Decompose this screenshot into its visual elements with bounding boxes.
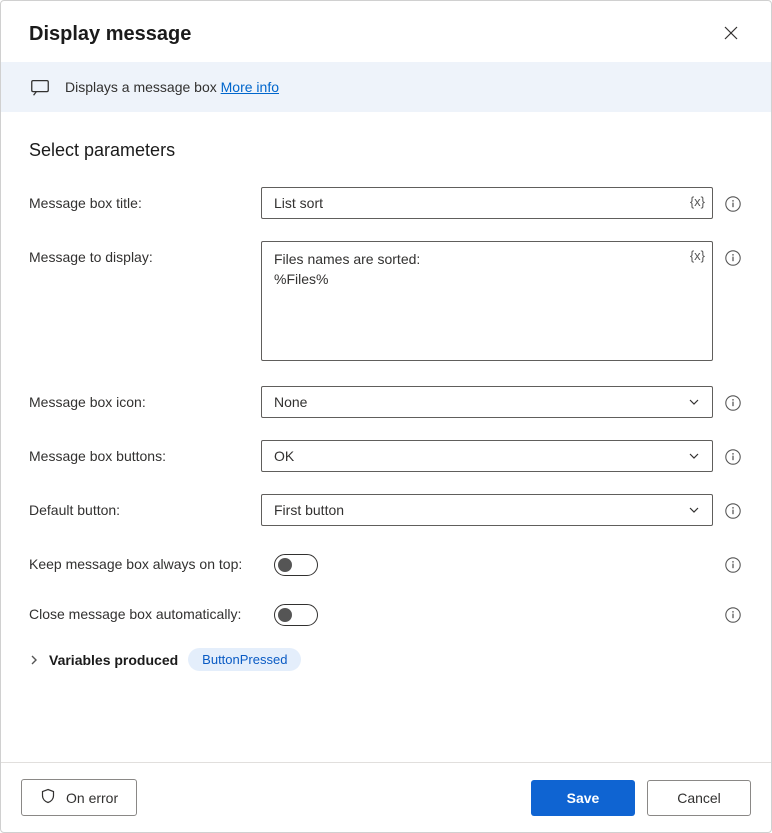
auto-close-toggle[interactable] — [274, 604, 318, 626]
variables-produced-label: Variables produced — [49, 652, 178, 668]
banner-description: Displays a message box — [65, 79, 221, 95]
field-row-always-on-top: Keep message box always on top: — [29, 548, 743, 576]
field-row-icon: Message box icon: None — [29, 386, 743, 418]
shield-icon — [40, 788, 56, 807]
message-box-icon — [29, 76, 51, 98]
variable-token-button[interactable]: {x} — [690, 194, 705, 209]
banner-text: Displays a message box More info — [65, 79, 279, 95]
dialog-footer: On error Save Cancel — [1, 762, 771, 832]
info-icon[interactable] — [723, 393, 743, 413]
close-icon — [723, 25, 739, 44]
label-buttons: Message box buttons: — [29, 440, 261, 464]
select-value: First button — [274, 502, 344, 518]
info-icon[interactable] — [723, 447, 743, 467]
dialog-title: Display message — [29, 23, 191, 46]
footer-actions: Save Cancel — [531, 780, 751, 816]
save-button[interactable]: Save — [531, 780, 635, 816]
label-title: Message box title: — [29, 187, 261, 211]
label-default-button: Default button: — [29, 494, 261, 518]
more-info-link[interactable]: More info — [221, 79, 279, 95]
variable-chip[interactable]: ButtonPressed — [188, 648, 301, 671]
always-on-top-toggle[interactable] — [274, 554, 318, 576]
variable-token-button[interactable]: {x} — [690, 248, 705, 263]
section-title: Select parameters — [29, 140, 743, 161]
message-textarea[interactable] — [261, 241, 713, 361]
chevron-down-icon — [688, 396, 700, 408]
info-icon[interactable] — [723, 605, 743, 625]
field-row-default-button: Default button: First button — [29, 494, 743, 526]
toggle-knob — [278, 558, 292, 572]
field-row-message: Message to display: {x} — [29, 241, 743, 364]
info-icon[interactable] — [723, 248, 743, 268]
label-auto-close: Close message box automatically: — [29, 598, 274, 622]
dialog-content: Select parameters Message box title: {x}… — [1, 112, 771, 762]
on-error-label: On error — [66, 790, 118, 806]
info-icon[interactable] — [723, 194, 743, 214]
dialog-header: Display message — [1, 1, 771, 62]
label-message: Message to display: — [29, 241, 261, 265]
toggle-knob — [278, 608, 292, 622]
close-button[interactable] — [719, 21, 743, 48]
on-error-button[interactable]: On error — [21, 779, 137, 816]
chevron-down-icon — [688, 504, 700, 516]
chevron-right-icon[interactable] — [29, 652, 39, 668]
cancel-button[interactable]: Cancel — [647, 780, 751, 816]
label-always-on-top: Keep message box always on top: — [29, 548, 274, 572]
select-value: None — [274, 394, 307, 410]
variables-produced-row: Variables produced ButtonPressed — [29, 648, 743, 671]
label-icon: Message box icon: — [29, 386, 261, 410]
info-icon[interactable] — [723, 555, 743, 575]
icon-select[interactable]: None — [261, 386, 713, 418]
buttons-select[interactable]: OK — [261, 440, 713, 472]
info-icon[interactable] — [723, 501, 743, 521]
info-banner: Displays a message box More info — [1, 62, 771, 112]
field-row-title: Message box title: {x} — [29, 187, 743, 219]
chevron-down-icon — [688, 450, 700, 462]
field-row-buttons: Message box buttons: OK — [29, 440, 743, 472]
select-value: OK — [274, 448, 294, 464]
default-button-select[interactable]: First button — [261, 494, 713, 526]
field-row-auto-close: Close message box automatically: — [29, 598, 743, 626]
title-input[interactable] — [261, 187, 713, 219]
